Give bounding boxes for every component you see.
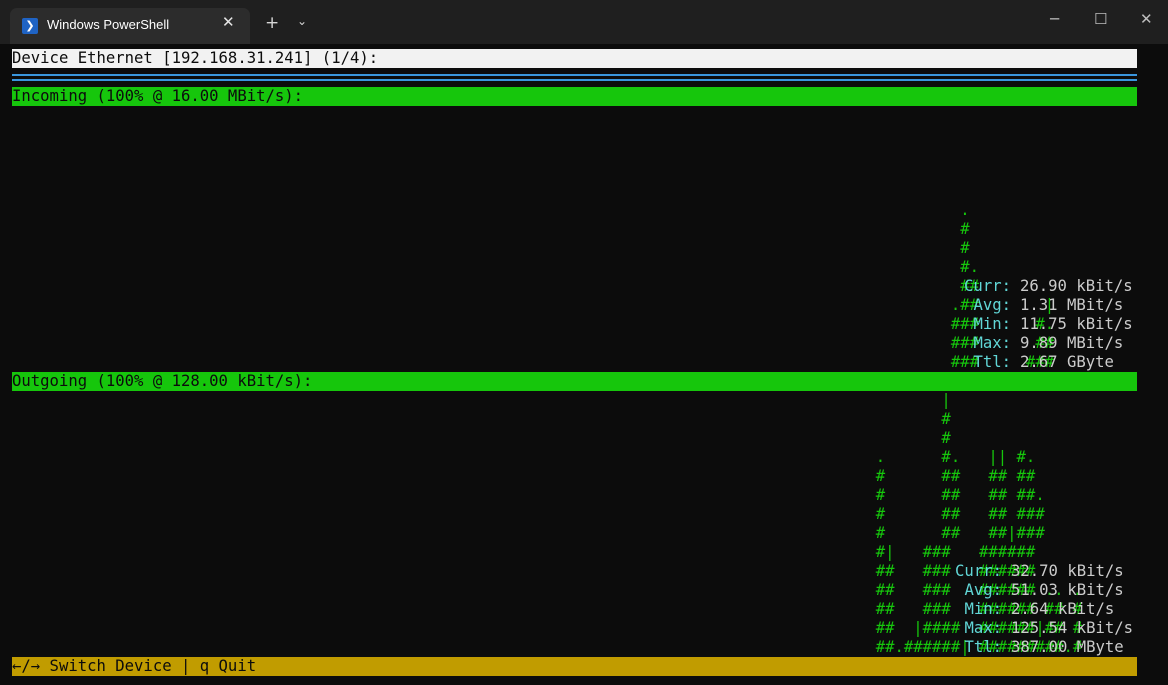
incoming-stat-label: Max: [973,334,1011,352]
tab-powershell[interactable]: ❯ Windows PowerShell ✕ [10,8,250,44]
incoming-graph-row: ## [12,277,979,295]
outgoing-graph-row: # ## ##|### [12,524,1045,542]
outgoing-graph-row: ##.######| #########.# [12,638,1083,656]
incoming-graph-row: . [12,201,970,219]
device-header: Device Ethernet [192.168.31.241] (1/4): [12,49,1137,68]
outgoing-stat-value: 32.70 kBit/s [1011,562,1124,580]
incoming-stat-value: 1.31 MBit/s [1020,296,1124,314]
outgoing-graph-row: ## |#### ######|## # [12,619,1083,637]
incoming-stat-value: 2.67 GByte [1020,353,1114,371]
outgoing-stat-value: 125.54 kBit/s [1011,619,1134,637]
outgoing-graph-row: # [12,429,951,447]
outgoing-graph-row: | [12,391,951,409]
outgoing-stat-value: 2.64 kBit/s [1011,600,1115,618]
outgoing-graph-row: # ## ## ## [12,467,1036,485]
tab-close-icon[interactable]: ✕ [222,13,235,31]
chevron-down-icon[interactable]: ⌄ [297,14,307,28]
incoming-stat-label: Curr: [964,277,1011,295]
outgoing-stat-value: 387.00 MByte [1011,638,1124,656]
outgoing-graph-row: # [12,410,951,428]
outgoing-graph-row: . #. || #. [12,448,1036,466]
incoming-stat-value: 26.90 kBit/s [1020,277,1133,295]
tab-title: Windows PowerShell [47,17,170,32]
incoming-graph-row: ### ## [12,334,1055,352]
incoming-stat-label: Min: [973,315,1011,333]
close-icon[interactable]: ✕ [1140,10,1153,28]
outgoing-stat-label: Ttl: [964,638,1002,656]
new-tab-icon[interactable]: + [265,13,279,33]
incoming-graph-row: # [12,239,970,257]
outgoing-title: Outgoing (100% @ 128.00 kBit/s): [12,372,1137,391]
outgoing-stat-label: Curr: [955,562,1002,580]
incoming-title: Incoming (100% @ 16.00 MBit/s): [12,87,1137,106]
outgoing-stat-label: Min: [964,600,1002,618]
separator-line [12,68,1137,87]
footer-help: ←/→ Switch Device | q Quit [12,657,1137,676]
outgoing-stat-label: Max: [964,619,1002,637]
outgoing-stat-value: 51.03 kBit/s [1011,581,1124,599]
incoming-graph-row: #. [12,258,979,276]
outgoing-graph-row: ## ### ###### [12,562,1036,580]
outgoing-graph-row: #| ### ###### [12,543,1036,561]
incoming-stat-label: Avg: [973,296,1011,314]
incoming-graph-row: ### #. [12,315,1055,333]
title-bar: ❯ Windows PowerShell ✕ + ⌄ ─ ☐ ✕ [0,0,1168,44]
maximize-icon[interactable]: ☐ [1094,10,1107,28]
outgoing-graph-row: # ## ## ##. [12,486,1045,504]
outgoing-stat-label: Avg: [964,581,1002,599]
incoming-graph-row: ### ### [12,353,1055,371]
incoming-stat-value: 9.89 MBit/s [1020,334,1124,352]
powershell-icon: ❯ [22,18,38,34]
minimize-icon[interactable]: ─ [1050,10,1059,28]
terminal-pane[interactable]: Device Ethernet [192.168.31.241] (1/4): … [0,44,1168,685]
incoming-stat-value: 11.75 kBit/s [1020,315,1133,333]
outgoing-graph-row: ## ### ###### .. . [12,581,1083,599]
incoming-graph-row: .## | [12,296,1055,314]
outgoing-graph-row: ## ### ###### ## # [12,600,1083,618]
incoming-stat-label: Ttl: [973,353,1011,371]
outgoing-graph-row: # ## ## ### [12,505,1045,523]
incoming-graph-row: # [12,220,970,238]
